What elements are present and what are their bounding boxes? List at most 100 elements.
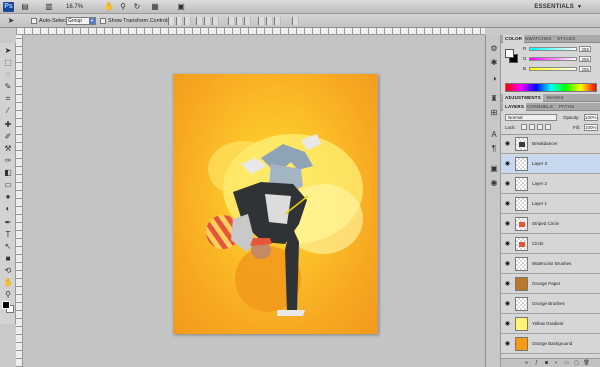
blend-mode-dropdown[interactable]: Normal <box>505 114 557 121</box>
character-panel-icon[interactable]: A <box>488 129 500 140</box>
move-tool-preset-icon[interactable]: ➤ <box>6 16 16 26</box>
visibility-eye-icon[interactable]: ◉ <box>504 241 511 247</box>
marquee-tool-icon[interactable]: ⬚ <box>2 57 14 68</box>
visibility-eye-icon[interactable]: ◉ <box>504 181 511 187</box>
visibility-eye-icon[interactable]: ◉ <box>504 321 511 327</box>
visibility-eye-icon[interactable]: ◉ <box>504 141 511 147</box>
history-panel-icon[interactable]: ◑ <box>488 73 500 84</box>
pen-tool-icon[interactable]: ✒ <box>2 217 14 228</box>
workspace-switcher[interactable]: ESSENTIALS <box>534 2 574 12</box>
layer-row[interactable]: ◉ Striped Circle <box>501 215 600 234</box>
distribute-bottom-icon[interactable] <box>244 17 251 25</box>
align-right-icon[interactable] <box>212 17 219 25</box>
layer-row[interactable]: ◉ Layer 1 <box>501 195 600 214</box>
quick-select-tool-icon[interactable]: ✎ <box>2 81 14 92</box>
tool-presets-icon[interactable]: ▣ <box>488 163 500 174</box>
opacity-field[interactable]: 100% <box>584 114 598 121</box>
zoom-level[interactable]: 16.7% <box>66 2 83 12</box>
distribute-hcenter-icon[interactable] <box>266 17 273 25</box>
distribute-top-icon[interactable] <box>228 17 235 25</box>
fill-field[interactable]: 100% <box>584 124 598 131</box>
auto-select-target-dropdown[interactable]: Group ▼ <box>66 17 96 25</box>
color-foreground-swatch[interactable] <box>505 49 514 58</box>
rotate-icon[interactable]: ↻ <box>132 2 142 12</box>
layer-row[interactable]: ◉ Watercolor Brushes <box>501 255 600 274</box>
crop-tool-icon[interactable]: ⌗ <box>2 93 14 104</box>
document-canvas[interactable] <box>173 74 378 334</box>
layer-row[interactable]: ◉ Yellow Gradient <box>501 315 600 334</box>
green-value-field[interactable]: 255 <box>579 56 591 62</box>
align-top-icon[interactable] <box>168 17 175 25</box>
blur-tool-icon[interactable]: ● <box>2 191 14 202</box>
align-hcenter-icon[interactable] <box>204 17 211 25</box>
path-select-tool-icon[interactable]: ↖ <box>2 241 14 252</box>
brush-presets-icon[interactable]: ⚙ <box>488 43 500 54</box>
tab-paths[interactable]: PATHS <box>557 103 576 111</box>
distribute-right-icon[interactable] <box>274 17 281 25</box>
minibridge-icon[interactable]: ▥ <box>44 2 54 12</box>
color-spectrum-bar[interactable] <box>505 83 597 92</box>
lock-position-icon[interactable] <box>537 124 543 130</box>
visibility-eye-icon[interactable]: ◉ <box>504 341 511 347</box>
layer-row[interactable]: ◉ Layer 2 <box>501 175 600 194</box>
new-group-icon[interactable]: ▭ <box>563 360 570 367</box>
hand-tool-icon[interactable]: ✋ <box>2 277 14 288</box>
type-tool-icon[interactable]: T <box>2 229 14 240</box>
grid-icon[interactable]: ▦ <box>150 2 160 12</box>
adjustment-layer-icon[interactable]: ◐ <box>553 360 560 367</box>
zoom-icon[interactable]: ⚲ <box>118 2 128 12</box>
foreground-color-swatch[interactable] <box>2 301 10 309</box>
tab-layers[interactable]: LAYERS <box>503 103 527 111</box>
layer-row[interactable]: ◉ Grunge Paper <box>501 275 600 294</box>
hand-icon[interactable]: ✋ <box>104 2 114 12</box>
history-brush-tool-icon[interactable]: ✑ <box>2 155 14 166</box>
visibility-eye-icon[interactable]: ◉ <box>504 161 511 167</box>
clone-stamp-tool-icon[interactable]: ⚒ <box>2 143 14 154</box>
layer-mask-icon[interactable]: ◙ <box>543 360 550 367</box>
tab-color[interactable]: COLOR <box>503 35 525 43</box>
tab-styles[interactable]: STYLES <box>555 35 577 43</box>
lock-image-icon[interactable] <box>529 124 535 130</box>
auto-align-icon[interactable] <box>292 17 299 25</box>
navigator-panel-icon[interactable]: ◉ <box>488 177 500 188</box>
align-vcenter-icon[interactable] <box>176 17 183 25</box>
tab-channels[interactable]: CHANNELS <box>525 103 555 111</box>
distribute-left-icon[interactable] <box>258 17 265 25</box>
align-left-icon[interactable] <box>196 17 203 25</box>
shape-tool-icon[interactable]: ■ <box>2 253 14 264</box>
visibility-eye-icon[interactable]: ◉ <box>504 261 511 267</box>
tab-swatches[interactable]: SWATCHES <box>523 35 554 43</box>
3d-rotate-tool-icon[interactable]: ⟲ <box>2 265 14 276</box>
visibility-eye-icon[interactable]: ◉ <box>504 221 511 227</box>
chevron-down-icon[interactable]: ▼ <box>577 2 582 12</box>
canvas-area[interactable] <box>23 35 485 367</box>
paragraph-panel-icon[interactable]: ¶ <box>488 143 500 154</box>
lasso-tool-icon[interactable]: ◌ <box>2 69 14 80</box>
vertical-ruler[interactable] <box>16 35 23 367</box>
show-transform-checkbox[interactable] <box>100 18 106 24</box>
brush-tool-icon[interactable]: ✐ <box>2 131 14 142</box>
eraser-tool-icon[interactable]: ◧ <box>2 167 14 178</box>
healing-brush-tool-icon[interactable]: ✚ <box>2 119 14 130</box>
clone-source-icon[interactable]: ✱ <box>488 57 500 68</box>
align-bottom-icon[interactable] <box>184 17 191 25</box>
actions-panel-icon[interactable]: ♜ <box>488 93 500 104</box>
lock-transparent-icon[interactable] <box>521 124 527 130</box>
tab-adjustments[interactable]: ADJUSTMENTS <box>503 94 543 102</box>
visibility-eye-icon[interactable]: ◉ <box>504 201 511 207</box>
blue-value-field[interactable]: 255 <box>579 66 591 72</box>
delete-layer-icon[interactable]: 🗑 <box>583 360 590 367</box>
visibility-eye-icon[interactable]: ◉ <box>504 281 511 287</box>
red-value-field[interactable]: 255 <box>579 46 591 52</box>
screen-mode-icon[interactable]: ▣ <box>176 2 186 12</box>
visibility-eye-icon[interactable]: ◉ <box>504 301 511 307</box>
zoom-tool-icon[interactable]: ⚲ <box>2 289 14 300</box>
layer-row[interactable]: ◉ Circle <box>501 235 600 254</box>
distribute-vcenter-icon[interactable] <box>236 17 243 25</box>
bridge-icon[interactable]: ▤ <box>20 2 30 12</box>
new-layer-icon[interactable]: ▢ <box>573 360 580 367</box>
green-slider[interactable] <box>529 57 577 61</box>
layer-row[interactable]: ◉ Grunge Brushes <box>501 295 600 314</box>
horizontal-ruler[interactable] <box>16 28 485 35</box>
layer-row[interactable]: ◉ Layer 3 <box>501 155 600 174</box>
